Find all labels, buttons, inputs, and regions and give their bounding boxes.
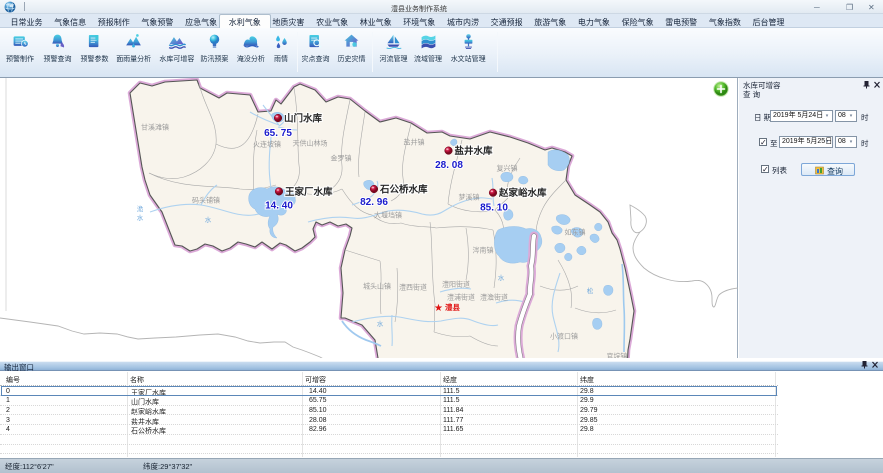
svg-text:水: 水 xyxy=(137,213,144,222)
svg-text:城头山镇: 城头山镇 xyxy=(363,282,391,291)
svg-text:王家厂水库: 王家厂水库 xyxy=(285,186,333,198)
svg-text:涔南镇: 涔南镇 xyxy=(473,246,494,255)
svg-text:甘溪滩镇: 甘溪滩镇 xyxy=(141,123,169,132)
svg-text:水: 水 xyxy=(377,319,384,328)
svg-text:14. 40: 14. 40 xyxy=(265,201,293,212)
svg-text:洈: 洈 xyxy=(137,204,144,213)
svg-text:赵家峪水库: 赵家峪水库 xyxy=(498,187,547,199)
svg-text:澧澹街道: 澧澹街道 xyxy=(480,293,508,302)
svg-text:松: 松 xyxy=(587,286,594,295)
svg-text:天供山林场: 天供山林场 xyxy=(293,139,328,148)
svg-text:梦溪镇: 梦溪镇 xyxy=(459,193,480,202)
svg-text:小渡口镇: 小渡口镇 xyxy=(550,332,578,341)
svg-text:澧浦街道: 澧浦街道 xyxy=(447,293,475,302)
svg-text:82. 96: 82. 96 xyxy=(360,197,388,208)
svg-text:码头铺镇: 码头铺镇 xyxy=(192,196,220,205)
svg-text:澧县: 澧县 xyxy=(445,302,460,312)
svg-text:金罗镇: 金罗镇 xyxy=(331,154,352,163)
svg-text:澧阳街道: 澧阳街道 xyxy=(442,280,470,289)
svg-text:复兴镇: 复兴镇 xyxy=(497,164,518,173)
svg-text:澧西街道: 澧西街道 xyxy=(399,283,427,292)
svg-text:大堰垱镇: 大堰垱镇 xyxy=(374,211,402,220)
svg-text:盐井镇: 盐井镇 xyxy=(404,138,425,147)
svg-text:盐井水库: 盐井水库 xyxy=(455,145,494,157)
svg-text:水: 水 xyxy=(205,215,212,224)
svg-text:如东镇: 如东镇 xyxy=(565,228,586,237)
svg-text:火连坡镇: 火连坡镇 xyxy=(253,140,281,149)
svg-text:85. 10: 85. 10 xyxy=(480,203,508,214)
svg-text:65. 75: 65. 75 xyxy=(264,128,292,139)
svg-text:山门水库: 山门水库 xyxy=(284,113,323,125)
svg-text:28. 08: 28. 08 xyxy=(435,160,463,171)
svg-text:水: 水 xyxy=(498,273,505,282)
svg-text:石公桥水库: 石公桥水库 xyxy=(379,184,428,196)
svg-text:★: ★ xyxy=(434,303,443,314)
